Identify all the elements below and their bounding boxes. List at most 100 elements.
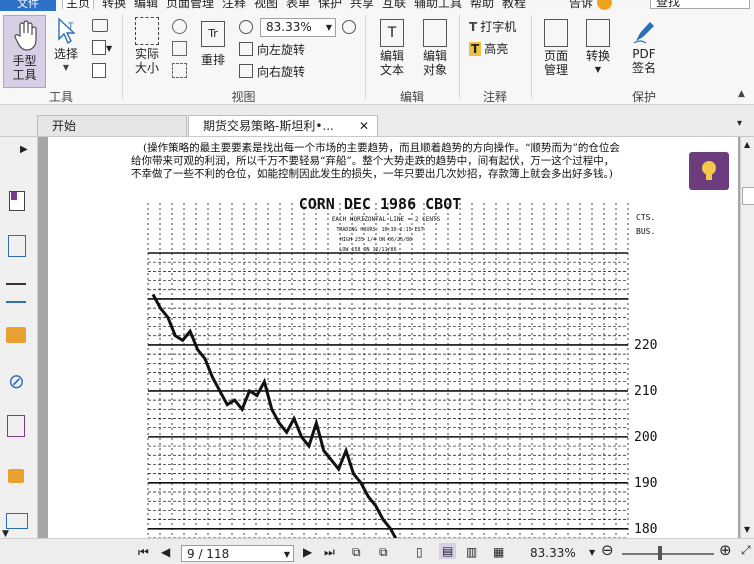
continuous-facing-icon[interactable]: ▦: [493, 545, 504, 559]
rotate-left-button[interactable]: 向左旋转: [239, 42, 305, 58]
tab-document[interactable]: 期货交易策略-斯坦利•... ✕: [188, 115, 378, 136]
scroll-up-icon[interactable]: ▲: [744, 140, 750, 149]
expand-pane-icon[interactable]: ▶: [20, 144, 28, 155]
zoom-slider-thumb[interactable]: [658, 546, 662, 560]
continuous-page-icon[interactable]: ▤: [439, 543, 457, 559]
tell-me-label[interactable]: 告诉: [569, 0, 593, 9]
single-page-icon[interactable]: ▯: [416, 545, 423, 559]
next-page-icon[interactable]: ▶: [303, 545, 312, 559]
last-page-icon[interactable]: ⏭: [324, 545, 335, 559]
attachment-icon[interactable]: ⊘: [8, 369, 32, 393]
collapse-ribbon-icon[interactable]: ▲: [738, 89, 745, 99]
snapshot-icon[interactable]: [92, 19, 108, 32]
menu-connect[interactable]: 互联: [382, 0, 406, 9]
rotate-left-label: 向左旋转: [257, 43, 306, 57]
previous-page-icon[interactable]: ◀: [161, 545, 170, 559]
menu-protect[interactable]: 保护: [318, 0, 342, 9]
actual-size-button[interactable]: 实际 大小: [129, 17, 165, 75]
chart-subtitle-4: LOW 158 ON 12/11/86: [339, 247, 396, 253]
edit-text-label: 编辑 文本: [379, 49, 404, 77]
pen-icon: [633, 22, 654, 44]
menu-accessibility[interactable]: 辅助工具: [414, 0, 462, 9]
fields-icon[interactable]: [6, 513, 28, 529]
tab-document-label: 期货交易策略-斯坦利•...: [203, 119, 334, 133]
zoom-in-status-icon[interactable]: ⊕: [719, 543, 732, 558]
zoom-dropdown-icon[interactable]: ▼: [326, 19, 332, 36]
convert-label: 转换: [585, 49, 610, 63]
highlight-label: 高亮: [484, 42, 509, 56]
select-button[interactable]: T 选择 ▼: [48, 17, 84, 75]
reflow-label: 重排: [200, 53, 225, 67]
group-protect-label: 保护: [631, 90, 656, 104]
tab-list-icon[interactable]: ▾: [737, 118, 742, 129]
first-page-icon[interactable]: ⏮: [138, 545, 149, 559]
scroll-thumb[interactable]: [742, 187, 754, 205]
lightbulb-tip-icon[interactable]: [597, 0, 612, 10]
page-manage-button[interactable]: 页面 管理: [537, 19, 575, 77]
fit-page-icon[interactable]: [172, 19, 187, 34]
vertical-scrollbar[interactable]: ▲ ▼: [740, 137, 754, 538]
clipboard-dropdown-icon[interactable]: ▼: [106, 44, 112, 53]
menu-page-manage[interactable]: 页面管理: [166, 0, 214, 9]
menu-edit[interactable]: 编辑: [134, 0, 158, 9]
menu-help[interactable]: 帮助: [470, 0, 494, 9]
fit-width-icon[interactable]: [172, 41, 187, 56]
menu-tutorial[interactable]: 教程: [502, 0, 526, 9]
next-view-icon[interactable]: ⧉: [379, 545, 388, 559]
document-view[interactable]: (操作策略的最主要要素是找出每一个市场的主要趋势，而且顺着趋势的方向操作。“顺势…: [38, 137, 740, 538]
zoom-out-status-icon[interactable]: ⊖: [601, 543, 614, 558]
zoom-slider-track[interactable]: [622, 553, 714, 555]
rotate-right-button[interactable]: 向右旋转: [239, 64, 305, 80]
menu-home[interactable]: 主页: [62, 0, 95, 9]
convert-button[interactable]: 转换 ▼: [580, 19, 616, 77]
reflow-button[interactable]: Tr 重排: [196, 21, 230, 67]
menu-form[interactable]: 表单: [286, 0, 310, 9]
edit-text-icon: T: [380, 19, 404, 47]
rotate-right-icon: [239, 64, 253, 78]
edit-object-icon: [423, 19, 447, 47]
chart-unit-top: CTS.: [636, 213, 655, 222]
menu-convert[interactable]: 转换: [102, 0, 126, 9]
group-comment-label: 注释: [482, 90, 507, 104]
scroll-down-icon[interactable]: ▼: [744, 525, 750, 534]
pdf-sign-button[interactable]: PDF 签名: [625, 19, 663, 75]
layers-icon[interactable]: [6, 283, 26, 303]
hand-tool-button[interactable]: 手型 工具: [3, 15, 46, 88]
fit-visible-icon[interactable]: [172, 63, 187, 78]
select-dropdown-icon[interactable]: ▼: [48, 61, 84, 75]
facing-page-icon[interactable]: ▥: [466, 545, 477, 559]
pages-icon[interactable]: [8, 235, 26, 257]
zoom-in-icon[interactable]: [342, 20, 356, 34]
menu-bar: 文件 主页 转换 编辑 页面管理 注释 视图 表单 保护 共享 互联 辅助工具 …: [0, 0, 754, 11]
menu-view[interactable]: 视图: [254, 0, 278, 9]
edit-object-button[interactable]: 编辑 对象: [415, 19, 455, 77]
tab-start[interactable]: 开始: [37, 115, 187, 136]
file-menu-button[interactable]: 文件: [0, 0, 56, 11]
clipboard-icon[interactable]: [92, 40, 106, 55]
close-tab-icon[interactable]: ✕: [359, 116, 369, 137]
lightbulb-tip-button[interactable]: [689, 152, 729, 190]
edit-text-button[interactable]: T 编辑 文本: [373, 19, 411, 77]
menu-comment[interactable]: 注释: [222, 0, 246, 9]
page-icon[interactable]: [92, 63, 106, 78]
zoom-menu-icon[interactable]: ▼: [589, 546, 595, 560]
bookmark-icon[interactable]: [9, 191, 25, 211]
convert-dropdown-icon[interactable]: ▼: [580, 63, 616, 77]
typewriter-button[interactable]: T 打字机: [469, 19, 516, 35]
zoom-out-icon[interactable]: [239, 20, 253, 34]
cursor-icon: T: [58, 17, 76, 45]
menu-share[interactable]: 共享: [350, 0, 374, 9]
zoom-select[interactable]: 83.33% ▼: [260, 18, 336, 37]
page-number-input[interactable]: 9 / 118 ▼: [181, 545, 294, 562]
lock-icon[interactable]: [8, 469, 24, 483]
previous-view-icon[interactable]: ⧉: [352, 545, 361, 559]
search-input[interactable]: 查找: [650, 0, 750, 9]
page-dropdown-icon[interactable]: ▼: [284, 546, 290, 563]
fullscreen-icon[interactable]: ⤢: [741, 543, 751, 557]
comments-icon[interactable]: [6, 327, 26, 343]
signature-icon[interactable]: [7, 415, 25, 437]
zoom-percent[interactable]: 83.33%: [530, 546, 576, 560]
pdf-page: (操作策略的最主要要素是找出每一个市场的主要趋势，而且顺着趋势的方向操作。“顺势…: [48, 137, 738, 538]
highlight-button[interactable]: T 高亮: [469, 41, 508, 57]
paragraph-line-1: (操作策略的最主要要素是找出每一个市场的主要趋势，而且顺着趋势的方向操作。“顺势…: [143, 142, 620, 154]
